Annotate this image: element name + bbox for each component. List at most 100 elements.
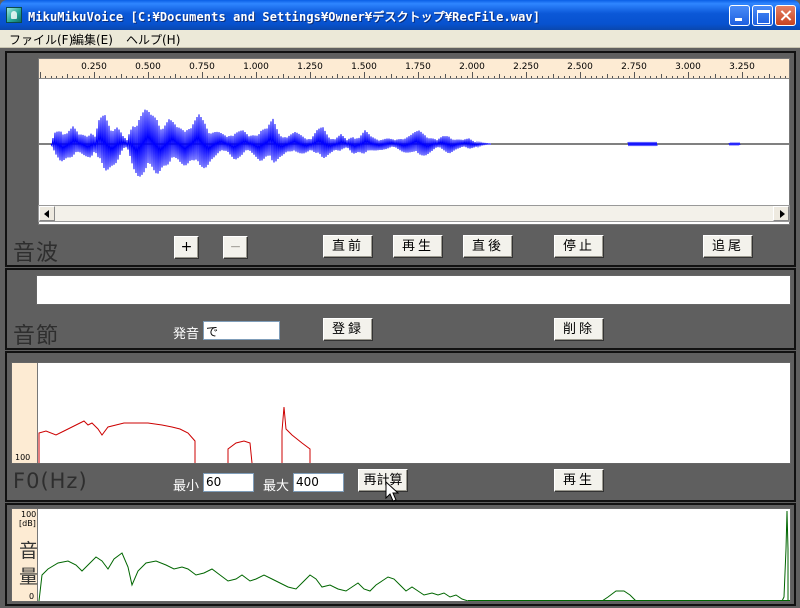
maximize-button[interactable]: [752, 5, 773, 26]
waveform-view[interactable]: 0.250 0.500 0.750 1.000 1.250 1.500 1.750 2.000…: [38, 58, 790, 225]
ruler-tick: [445, 74, 446, 78]
ruler-tick: [142, 76, 144, 78]
syllable-section-title: 音節: [13, 324, 60, 349]
zoom-out-button[interactable]: −: [223, 236, 248, 259]
syllable-track[interactable]: [36, 275, 791, 305]
ruler-tick: [191, 76, 193, 78]
ruler-tick: [364, 72, 365, 78]
ruler-tick: [558, 76, 560, 78]
miku-app-icon[interactable]: [6, 7, 22, 23]
menu-help[interactable]: ヘルプ(H): [126, 31, 180, 48]
ruler-tick: [509, 76, 511, 78]
ruler-tick: [671, 76, 673, 78]
ruler-tick: [488, 76, 490, 78]
f0-view[interactable]: 100: [11, 362, 791, 464]
ruler-tick: [320, 76, 322, 78]
ruler-tick: [337, 74, 338, 78]
ruler-tick: [207, 76, 209, 78]
ruler-tick: [385, 76, 387, 78]
f0-max-input[interactable]: 400: [293, 473, 344, 492]
ruler-tick-label: 3.250: [729, 62, 755, 72]
ruler-tick: [704, 76, 706, 78]
delete-button[interactable]: 削除: [554, 318, 604, 341]
ruler-tick: [234, 76, 236, 78]
ruler-tick-label: 0.250: [81, 62, 107, 72]
waveform-scrollbar[interactable]: [38, 205, 790, 222]
ruler-tick: [466, 76, 468, 78]
play-button[interactable]: 再生: [393, 235, 443, 258]
menu-file[interactable]: ファイル(F): [9, 31, 73, 48]
ruler-tick: [661, 74, 662, 78]
menu-edit[interactable]: 編集(E): [72, 31, 113, 48]
ruler-tick: [380, 76, 382, 78]
ruler-tick: [428, 76, 430, 78]
ruler-tick: [634, 72, 635, 78]
ruler-tick: [72, 76, 74, 78]
ruler-tick: [56, 76, 58, 78]
scroll-right-button[interactable]: [773, 206, 789, 221]
ruler-tick: [67, 74, 68, 78]
ruler-tick: [121, 74, 122, 78]
time-ruler: 0.250 0.500 0.750 1.000 1.250 1.500 1.750 2.000…: [39, 59, 789, 79]
minimize-button[interactable]: [729, 5, 750, 26]
ruler-tick-label: 2.500: [567, 62, 593, 72]
ruler-tick: [628, 76, 630, 78]
f0-min-input[interactable]: 60: [203, 473, 254, 492]
ruler-tick: [693, 76, 695, 78]
ruler-tick: [526, 72, 527, 78]
ruler-tick: [499, 74, 500, 78]
f0-max-label: 最大: [263, 479, 290, 494]
ruler-tick-label: 3.000: [675, 62, 701, 72]
follow-button[interactable]: 追尾: [703, 235, 753, 258]
ruler-tick: [250, 76, 252, 78]
volume-section-title: 音量: [19, 540, 39, 588]
ruler-tick: [547, 76, 549, 78]
f0-panel: 100 F0(Hz) 最小 60 最大 400 再計算 再生: [5, 351, 796, 502]
zoom-in-button[interactable]: +: [174, 236, 199, 259]
ruler-tick: [218, 76, 220, 78]
ruler-tick: [223, 76, 225, 78]
register-button[interactable]: 登録: [323, 318, 373, 341]
ruler-tick: [590, 76, 592, 78]
scroll-left-button[interactable]: [39, 206, 55, 221]
ruler-tick: [407, 76, 409, 78]
menu-bar: ファイル(F) 編集(E) ヘルプ(H): [0, 30, 800, 48]
ruler-tick: [736, 76, 738, 78]
ruler-tick-label: 2.750: [621, 62, 647, 72]
ruler-tick: [601, 76, 603, 78]
ruler-tick: [104, 76, 106, 78]
ruler-tick: [785, 76, 787, 78]
ruler-tick: [77, 76, 79, 78]
ruler-tick: [650, 76, 652, 78]
ruler-tick: [477, 76, 479, 78]
ruler-tick: [212, 76, 214, 78]
ruler-tick-label: 2.250: [513, 62, 539, 72]
f0-play-button[interactable]: 再生: [554, 469, 604, 492]
ruler-tick: [180, 76, 182, 78]
ruler-tick: [439, 76, 441, 78]
ruler-tick: [374, 76, 376, 78]
ruler-tick-label: 1.250: [297, 62, 323, 72]
ruler-tick: [256, 72, 257, 78]
ruler-tick: [239, 76, 241, 78]
ruler-tick: [531, 76, 533, 78]
prev-button[interactable]: 直前: [323, 235, 373, 258]
stop-button[interactable]: 停止: [554, 235, 604, 258]
ruler-tick: [574, 76, 576, 78]
close-button[interactable]: [775, 5, 796, 26]
pronunciation-input[interactable]: で: [203, 321, 280, 340]
ruler-tick: [331, 76, 333, 78]
ruler-tick: [698, 76, 700, 78]
ruler-tick: [418, 72, 419, 78]
title-bar[interactable]: MikuMikuVoice [C:¥Documents and Settings…: [0, 0, 800, 30]
ruler-tick: [266, 76, 268, 78]
window-title: MikuMikuVoice [C:¥Documents and Settings…: [28, 10, 541, 24]
ruler-tick: [774, 76, 776, 78]
ruler-tick: [288, 76, 290, 78]
ruler-tick: [153, 76, 155, 78]
next-button[interactable]: 直後: [463, 235, 513, 258]
recalculate-button[interactable]: 再計算: [358, 469, 408, 492]
volume-view[interactable]: 100 [dB] 0 音量: [11, 508, 791, 602]
ruler-tick: [504, 76, 506, 78]
ruler-tick: [342, 76, 344, 78]
